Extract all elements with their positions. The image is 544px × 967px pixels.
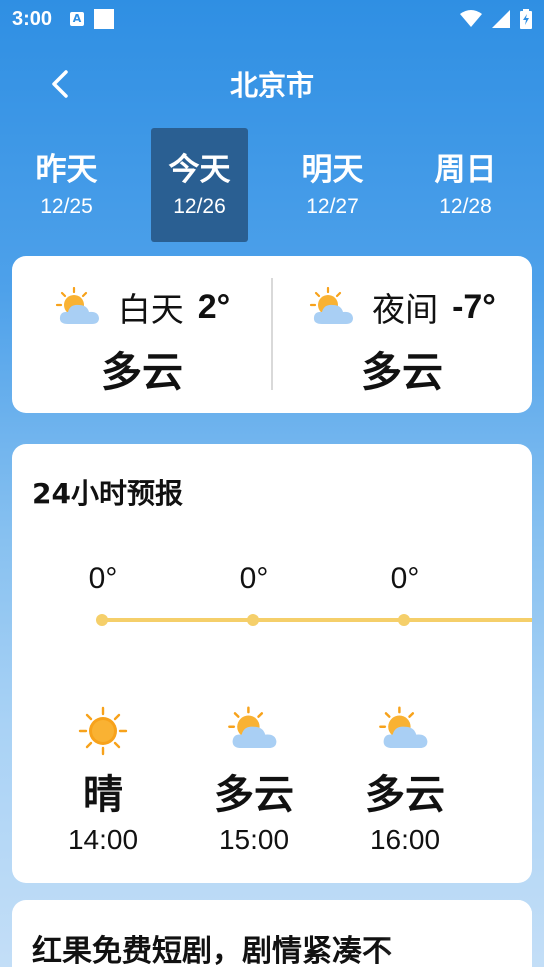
tab-day-name: 昨天 <box>35 152 98 188</box>
tab-day-name: 今天 <box>168 152 231 188</box>
sun-icon <box>78 706 128 756</box>
partly-cloudy-icon <box>528 706 532 752</box>
daytime-row: 白天 2° <box>54 282 231 332</box>
tab-day-date: 12/25 <box>40 195 93 218</box>
hour-time: 1 <box>501 824 532 856</box>
partly-cloudy-icon <box>379 706 428 749</box>
daytime-temp: 2° <box>197 287 231 326</box>
page-title: 北京市 <box>229 69 314 102</box>
header: 北京市 <box>0 56 544 112</box>
tab-yesterday[interactable]: 昨天 12/25 <box>18 128 115 242</box>
temperature-line <box>102 618 532 622</box>
a-icon: A <box>70 12 85 26</box>
tab-day-date: 12/27 <box>306 195 359 218</box>
tab-today[interactable]: 今天 12/26 <box>151 128 248 242</box>
temp-point <box>247 614 259 626</box>
partly-cloudy-icon <box>55 287 99 324</box>
hour-temp: 0° <box>88 562 118 595</box>
status-right-icons <box>460 9 532 29</box>
hour-time: 14:00 <box>67 824 139 855</box>
daytime-summary: 白天 2° 多云 <box>12 256 272 413</box>
partly-cloudy-icon <box>228 706 277 749</box>
ad-fade <box>382 900 532 967</box>
chevron-left-icon <box>52 70 68 98</box>
hour-time: 16:00 <box>369 824 441 855</box>
back-button[interactable] <box>40 64 80 104</box>
night-desc: 多云 <box>361 348 443 396</box>
temp-point <box>398 614 410 626</box>
daytime-desc: 多云 <box>101 348 183 396</box>
day-tabs: 昨天 12/25 今天 12/26 明天 12/27 周日 12/28 <box>18 128 526 242</box>
tab-day-name: 明天 <box>301 152 364 188</box>
night-temp: -7° <box>452 287 496 326</box>
ad-text: 红果免费短剧，剧情紧凑不 <box>32 934 392 967</box>
night-summary: 夜间 -7° 多云 <box>272 256 532 413</box>
tab-day-name: 周日 <box>434 152 497 188</box>
night-label: 夜间 <box>372 290 439 329</box>
signal-icon <box>492 10 510 28</box>
status-time: 3:00 <box>12 7 53 30</box>
hour-icon <box>501 706 532 756</box>
tab-tomorrow[interactable]: 明天 12/27 <box>284 128 381 242</box>
forecast-title: 24小时预报 <box>32 477 183 510</box>
hour-desc: 多云 <box>365 772 445 818</box>
night-row: 夜间 -7° <box>308 282 496 332</box>
status-bar: 3:00 A <box>0 0 544 38</box>
hour-desc: 多 <box>501 762 532 820</box>
square-icon <box>94 9 115 29</box>
hour-temp: 0° <box>239 562 269 595</box>
hourly-forecast-card[interactable]: 24小时预报 0° 晴 14:00 0° 多云 15:00 0° 多云 16:0… <box>12 444 532 883</box>
tab-sunday[interactable]: 周日 12/28 <box>417 128 514 242</box>
partly-cloudy-icon <box>309 287 354 324</box>
hour-desc: 多云 <box>214 772 294 818</box>
tab-day-date: 12/26 <box>173 195 226 218</box>
hour-icon <box>350 706 460 756</box>
hour-temp: 0° <box>390 562 420 595</box>
battery-icon <box>520 9 532 29</box>
hour-time: 15:00 <box>218 824 290 855</box>
daytime-label: 白天 <box>117 290 184 329</box>
hour-icon <box>199 706 309 756</box>
temp-point <box>96 614 108 626</box>
ad-card[interactable]: 红果免费短剧，剧情紧凑不 <box>12 900 532 967</box>
hour-icon <box>48 706 158 756</box>
wifi-icon <box>460 10 482 27</box>
hour-desc: 晴 <box>83 772 123 818</box>
today-summary-card: 白天 2° 多云 夜间 -7° 多云 <box>12 256 532 413</box>
tab-day-date: 12/28 <box>439 195 492 218</box>
